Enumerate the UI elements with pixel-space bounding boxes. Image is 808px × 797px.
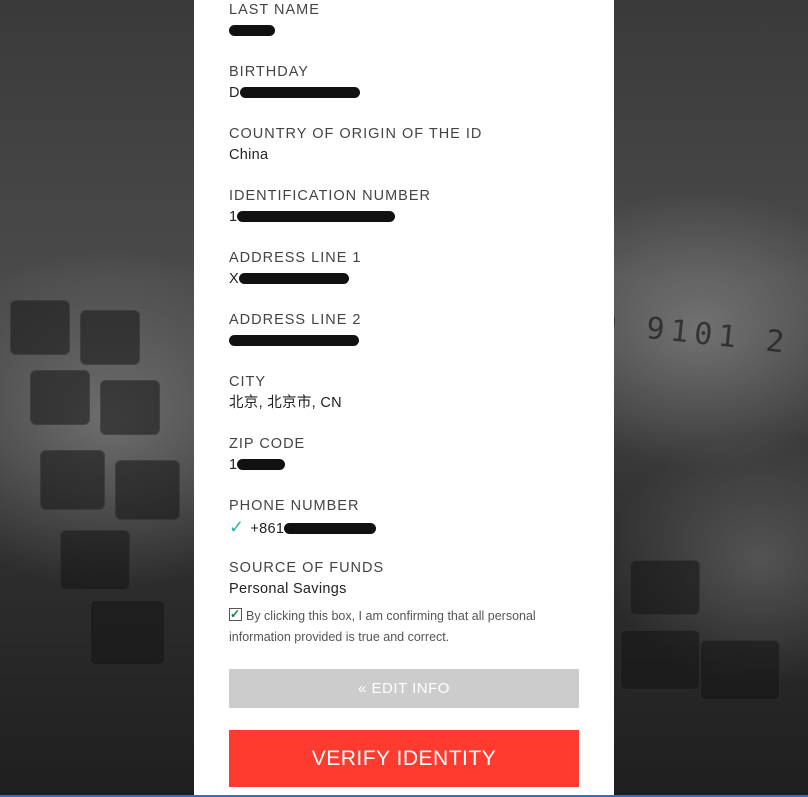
field-label: ADDRESS LINE 1	[229, 250, 362, 266]
keyboard-key	[115, 460, 180, 520]
field-phone-number: PHONE NUMBER ✓ +861	[229, 497, 377, 538]
field-label: CITY	[229, 374, 267, 390]
field-value: 1	[229, 208, 431, 226]
redacted-block	[239, 86, 360, 98]
field-value	[229, 22, 320, 40]
field-zip-code: ZIP CODE 1	[229, 435, 305, 474]
keyboard-key	[30, 370, 90, 425]
verify-identity-button[interactable]: VERIFY IDENTITY	[229, 730, 579, 787]
keyboard-key	[80, 310, 140, 365]
field-value: China	[229, 147, 269, 163]
redacted-block	[237, 458, 286, 470]
field-address-line-2: ADDRESS LINE 2	[229, 311, 361, 350]
field-value: ✓ +861	[229, 517, 377, 538]
field-identification-number: IDENTIFICATION NUMBER 1	[229, 187, 431, 226]
field-label: LAST NAME	[229, 2, 320, 18]
checkbox-check-icon: ✓	[230, 607, 241, 621]
keyboard-key	[40, 450, 105, 510]
field-value: 1	[229, 456, 305, 474]
field-label: PHONE NUMBER	[229, 498, 360, 514]
field-address-line-1: ADDRESS LINE 1 X	[229, 249, 361, 288]
field-value: Personal Savings	[229, 581, 347, 597]
field-label: IDENTIFICATION NUMBER	[229, 188, 431, 204]
redacted-block	[284, 522, 377, 534]
field-last-name: LAST NAME	[229, 1, 320, 40]
field-value: X	[229, 270, 361, 288]
field-label: SOURCE OF FUNDS	[229, 560, 385, 576]
field-city: CITY 北京, 北京市, CN	[229, 373, 342, 412]
identity-review-panel: LAST NAME BIRTHDAY D COUNTRY OF ORIGIN O…	[194, 0, 614, 797]
field-label: ADDRESS LINE 2	[229, 312, 362, 328]
field-value: D	[229, 84, 360, 102]
credit-card-number: 0 9101 2	[596, 306, 792, 361]
checkmark-icon: ✓	[229, 517, 245, 537]
keyboard-key	[620, 630, 700, 690]
field-source-of-funds: SOURCE OF FUNDS Personal Savings	[229, 559, 384, 598]
field-label: BIRTHDAY	[229, 64, 309, 80]
consent-row: ✓ By clicking this box, I am confirming t…	[229, 606, 569, 648]
field-value	[229, 332, 361, 350]
keyboard-key	[10, 300, 70, 355]
field-birthday: BIRTHDAY D	[229, 63, 360, 102]
field-value: 北京, 北京市, CN	[229, 395, 342, 411]
redacted-block	[229, 24, 275, 36]
edit-info-button[interactable]: « EDIT INFO	[229, 669, 579, 708]
keyboard-key	[90, 600, 165, 665]
field-country-of-origin: COUNTRY OF ORIGIN OF THE ID China	[229, 125, 482, 164]
redacted-block	[237, 210, 396, 222]
redacted-block	[238, 272, 349, 284]
keyboard-key	[700, 640, 780, 700]
redacted-block	[229, 334, 359, 346]
consent-text: By clicking this box, I am confirming th…	[229, 609, 536, 644]
field-label: ZIP CODE	[229, 436, 306, 452]
keyboard-key	[100, 380, 160, 435]
keyboard-key	[630, 560, 700, 615]
field-label: COUNTRY OF ORIGIN OF THE ID	[229, 126, 483, 142]
keyboard-key	[60, 530, 130, 590]
consent-checkbox[interactable]: ✓	[229, 607, 242, 621]
